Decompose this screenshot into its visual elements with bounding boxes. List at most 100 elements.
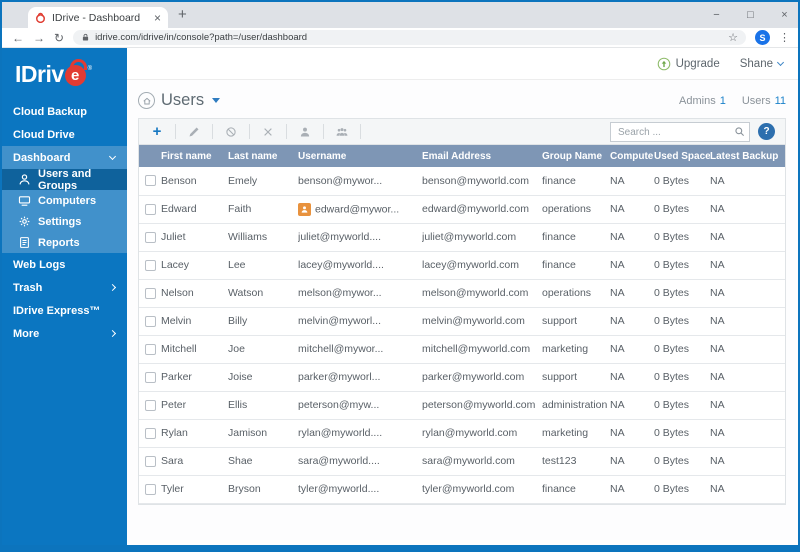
row-checkbox[interactable] (145, 484, 156, 495)
table-row: JulietWilliamsjuliet@myworld....juliet@m… (139, 223, 785, 251)
last-name-cell: Shae (228, 455, 253, 467)
users-panel: + (138, 118, 786, 505)
upgrade-button[interactable]: Upgrade (657, 57, 720, 71)
account-menu[interactable]: Shane (740, 58, 783, 70)
minimize-button[interactable]: − (711, 9, 722, 21)
table-row: PeterEllispeterson@myw...peterson@myworl… (139, 391, 785, 419)
row-checkbox[interactable] (145, 232, 156, 243)
block-user-button[interactable] (213, 124, 250, 139)
used-space-cell: 0 Bytes (654, 231, 689, 243)
latest-backup-cell: NA (710, 343, 725, 355)
address-bar[interactable]: idrive.com/idrive/in/console?path=/user/… (73, 30, 746, 45)
computers-cell: NA (610, 343, 625, 355)
help-button[interactable]: ? (758, 123, 775, 140)
sidebar-item-users-and-groups[interactable]: Users and Groups (2, 169, 127, 190)
sidebar-item-cloud-backup[interactable]: Cloud Backup (2, 100, 127, 123)
back-icon[interactable]: ← (12, 32, 24, 44)
tab-close-icon[interactable]: × (154, 12, 161, 24)
users-count-stat[interactable]: Users 11 (742, 95, 786, 107)
used-space-cell: 0 Bytes (654, 455, 689, 467)
group-cell: finance (542, 175, 576, 187)
used-space-cell: 0 Bytes (654, 483, 689, 495)
browser-tab[interactable]: IDrive - Dashboard × (28, 7, 168, 28)
column-header[interactable]: Latest Backup (710, 145, 785, 167)
group-action-button[interactable] (324, 124, 361, 139)
sidebar-item-settings[interactable]: Settings (2, 211, 127, 232)
group-cell: finance (542, 231, 576, 243)
column-header[interactable]: First name (161, 145, 228, 167)
sidebar-item-web-logs[interactable]: Web Logs (2, 253, 127, 276)
latest-backup-cell: NA (710, 203, 725, 215)
last-name-cell: Bryson (228, 483, 261, 495)
row-checkbox[interactable] (145, 428, 156, 439)
sidebar-item-idrive-express[interactable]: IDrive Express™ (2, 299, 127, 322)
profile-avatar[interactable]: S (755, 30, 770, 45)
first-name-cell: Melvin (161, 315, 191, 327)
new-tab-button[interactable]: + (178, 6, 187, 23)
last-name-cell: Billy (228, 315, 247, 327)
table-row: RylanJamisonrylan@myworld....rylan@mywor… (139, 419, 785, 447)
bookmark-star-icon[interactable]: ☆ (728, 31, 738, 44)
column-header[interactable]: Username (298, 145, 422, 167)
used-space-cell: 0 Bytes (654, 427, 689, 439)
latest-backup-cell: NA (710, 175, 725, 187)
row-checkbox[interactable] (145, 372, 156, 383)
chevron-down-icon (109, 153, 116, 160)
sidebar-item-computers[interactable]: Computers (2, 190, 127, 211)
sidebar-item-trash[interactable]: Trash (2, 276, 127, 299)
column-header[interactable]: Group Name (542, 145, 610, 167)
forward-icon[interactable]: → (33, 32, 45, 44)
used-space-cell: 0 Bytes (654, 399, 689, 411)
row-checkbox[interactable] (145, 344, 156, 355)
computers-cell: NA (610, 287, 625, 299)
browser-menu-icon[interactable]: ⋮ (779, 31, 790, 44)
computers-cell: NA (610, 483, 625, 495)
column-header[interactable]: Used Space (654, 145, 710, 167)
logo-text: IDriv (15, 61, 64, 88)
group-cell: test123 (542, 455, 576, 467)
last-name-cell: Ellis (228, 399, 247, 411)
search-input[interactable] (610, 122, 750, 142)
block-icon (225, 126, 237, 138)
row-checkbox[interactable] (145, 260, 156, 271)
group-cell: marketing (542, 343, 588, 355)
latest-backup-cell: NA (710, 231, 725, 243)
sidebar-item-reports[interactable]: Reports (2, 232, 127, 253)
row-checkbox[interactable] (145, 316, 156, 327)
column-header[interactable]: Last name (228, 145, 298, 167)
add-user-button[interactable]: + (139, 124, 176, 139)
username-cell: parker@myworl... (298, 371, 380, 383)
pencil-icon (188, 126, 200, 138)
latest-backup-cell: NA (710, 259, 725, 271)
row-checkbox[interactable] (145, 456, 156, 467)
email-cell: peterson@myworld.com (422, 399, 535, 411)
sidebar-item-more[interactable]: More (2, 322, 127, 345)
column-header[interactable]: Computers (610, 145, 654, 167)
logo-registered-mark: ® (88, 66, 92, 72)
home-icon[interactable] (138, 92, 155, 109)
sidebar-item-cloud-drive[interactable]: Cloud Drive (2, 123, 127, 146)
title-dropdown-icon[interactable] (212, 98, 220, 103)
row-checkbox[interactable] (145, 400, 156, 411)
column-header[interactable]: Email Address (422, 145, 542, 167)
close-button[interactable]: × (779, 9, 790, 21)
row-checkbox[interactable] (145, 204, 156, 215)
row-checkbox[interactable] (145, 288, 156, 299)
search-icon[interactable] (734, 126, 745, 137)
account-name: Shane (740, 58, 773, 70)
sidebar-item-dashboard[interactable]: Dashboard (2, 146, 127, 169)
edit-user-button[interactable] (176, 124, 213, 139)
maximize-button[interactable]: □ (745, 9, 756, 21)
users-table: First nameLast nameUsernameEmail Address… (139, 145, 785, 504)
last-name-cell: Faith (228, 203, 251, 215)
user-action-button[interactable] (287, 124, 324, 139)
first-name-cell: Edward (161, 203, 197, 215)
first-name-cell: Nelson (161, 287, 194, 299)
last-name-cell: Lee (228, 259, 246, 271)
delete-user-button[interactable] (250, 124, 287, 139)
email-cell: mitchell@myworld.com (422, 343, 530, 355)
admins-count-stat[interactable]: Admins 1 (679, 95, 726, 107)
email-cell: melvin@myworld.com (422, 315, 525, 327)
refresh-icon[interactable]: ↻ (54, 32, 64, 44)
row-checkbox[interactable] (145, 175, 156, 186)
